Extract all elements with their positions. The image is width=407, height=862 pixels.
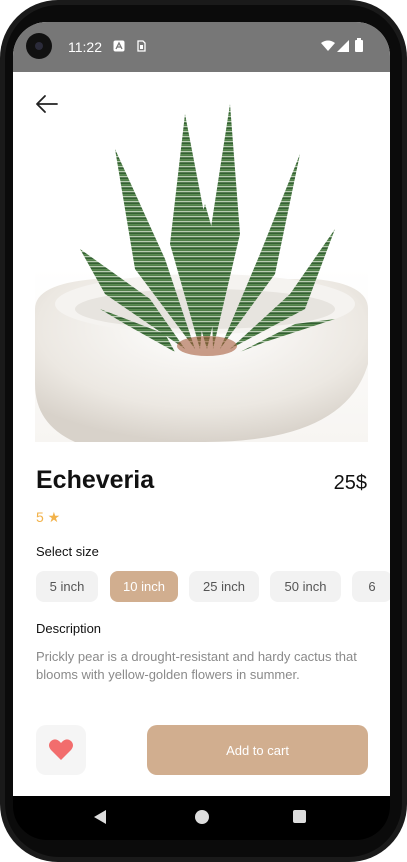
screen: 11:22 Echeveria 25$ 5 ★ Select size 5 in… xyxy=(13,22,390,796)
battery-icon xyxy=(355,38,363,52)
size-option-5-inch[interactable]: 5 inch xyxy=(36,571,98,602)
notification-a-icon xyxy=(113,40,125,52)
description-text: Prickly pear is a drought-resistant and … xyxy=(36,649,357,682)
size-option-partial[interactable]: 6 xyxy=(352,571,390,602)
status-bar: 11:22 xyxy=(13,22,390,72)
nav-home-icon[interactable] xyxy=(195,810,209,824)
size-option-50-inch[interactable]: 50 inch xyxy=(270,571,341,602)
signal-icon xyxy=(337,40,349,52)
product-rating: 5 ★ xyxy=(36,509,61,525)
camera-cutout xyxy=(26,33,52,59)
select-size-label: Select size xyxy=(36,544,99,559)
product-title: Echeveria xyxy=(36,466,155,494)
product-price: 25$ xyxy=(333,472,367,494)
favorite-button[interactable] xyxy=(36,725,86,775)
nav-recent-apps-icon[interactable] xyxy=(293,810,306,823)
size-option-25-inch[interactable]: 25 inch xyxy=(189,571,259,602)
status-time: 11:22 xyxy=(68,39,102,55)
sim-card-icon xyxy=(137,40,146,52)
back-arrow-icon[interactable] xyxy=(33,90,61,118)
add-to-cart-button[interactable]: Add to cart xyxy=(147,725,368,775)
wifi-icon xyxy=(321,40,335,51)
size-option-10-inch[interactable]: 10 inch xyxy=(110,571,178,602)
size-selector: 5 inch 10 inch 25 inch 50 inch 6 xyxy=(36,571,390,603)
navigation-bar xyxy=(13,796,390,840)
description-label: Description xyxy=(36,621,102,636)
heart-icon xyxy=(49,739,73,760)
product-image xyxy=(35,94,368,442)
nav-back-icon[interactable] xyxy=(93,810,107,824)
